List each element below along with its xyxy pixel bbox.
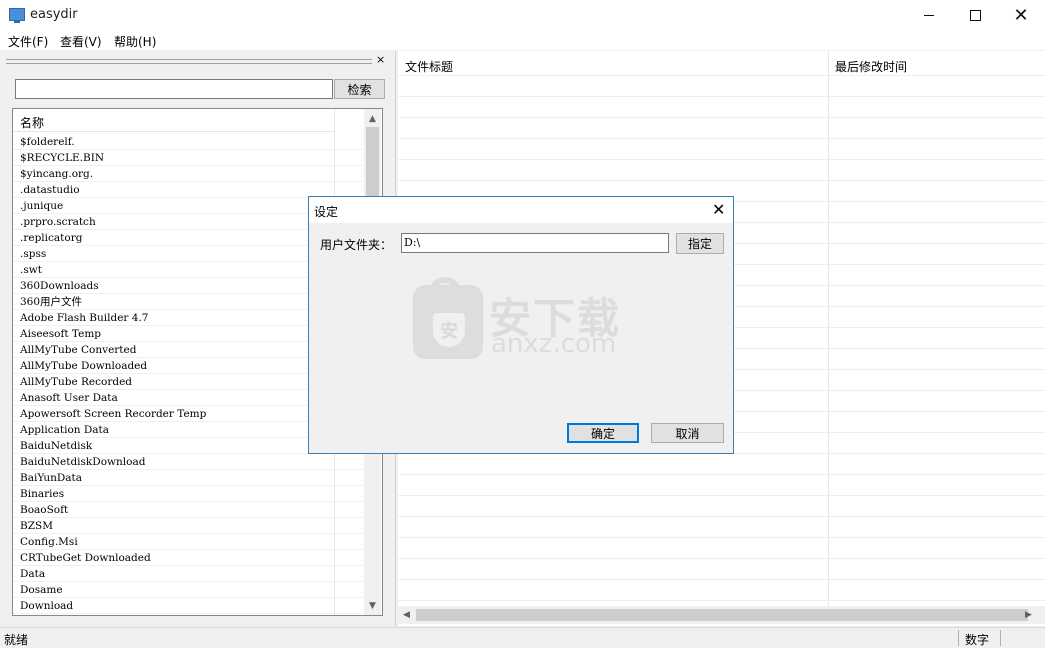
list-item[interactable]: Dosame [13, 582, 363, 598]
bag-handle [428, 277, 462, 299]
grid-row-line [398, 600, 1045, 601]
list-item[interactable]: Config.Msi [13, 534, 363, 550]
status-separator [1000, 630, 1001, 646]
shield-icon: 安 [433, 313, 465, 347]
list-item[interactable]: BZSM [13, 518, 363, 534]
grid-row-line [398, 159, 1045, 160]
list-item[interactable]: $folderelf. [13, 134, 363, 150]
column-header-modified[interactable]: 最后修改时间 [835, 58, 907, 75]
menu-help[interactable]: 帮助(H) [114, 33, 156, 50]
user-folder-label: 用户文件夹： [320, 238, 393, 252]
list-item[interactable]: BoaoSoft [13, 502, 363, 518]
grid-row-line [398, 474, 1045, 475]
user-folder-field[interactable]: D:\ [401, 233, 669, 253]
grid-row-line [398, 579, 1045, 580]
status-numlock: 数字 [965, 633, 990, 647]
search-input[interactable] [15, 79, 333, 99]
status-separator [958, 630, 959, 646]
grid-row-line [398, 516, 1045, 517]
status-ready: 就绪 [4, 633, 29, 647]
grid-row-line [398, 75, 1045, 76]
list-item[interactable]: BaiYunData [13, 470, 363, 486]
grid-row-line [398, 495, 1045, 496]
dialog-title-bar: 设定 ✕ [309, 197, 733, 223]
scroll-right-icon[interactable]: ▶ [1020, 606, 1037, 624]
list-item[interactable]: BaiduNetdiskDownload [13, 454, 363, 470]
ok-button[interactable]: 确定 [567, 423, 639, 443]
scroll-up-icon[interactable]: ▲ [364, 110, 381, 127]
list-item[interactable]: Binaries [13, 486, 363, 502]
list-item[interactable]: $RECYCLE.BIN [13, 150, 363, 166]
dialog-title: 设定 [314, 205, 339, 219]
pane-grip[interactable] [6, 59, 372, 64]
status-bar: 就绪 数字 [0, 627, 1045, 648]
grid-row-line [398, 117, 1045, 118]
grid-row-line [398, 558, 1045, 559]
close-button[interactable]: ✕ [998, 0, 1044, 30]
watermark-bag-icon: 安 [413, 277, 483, 359]
menu-bar: 文件(F) 查看(V) 帮助(H) [0, 30, 1045, 50]
column-header-title[interactable]: 文件标题 [405, 58, 453, 75]
menu-file[interactable]: 文件(F) [8, 33, 48, 50]
list-header[interactable]: 名称 [13, 109, 334, 132]
grid-row-line [398, 138, 1045, 139]
cancel-button[interactable]: 取消 [651, 423, 724, 443]
list-item[interactable]: CRTubeGet Downloaded [13, 550, 363, 566]
minimize-button[interactable] [906, 0, 952, 30]
scroll-left-icon[interactable]: ◀ [398, 606, 415, 624]
maximize-button[interactable] [952, 0, 998, 30]
browse-button[interactable]: 指定 [676, 233, 724, 254]
horizontal-scrollbar[interactable]: ◀ ▶ [398, 606, 1045, 624]
grid-row-line [398, 180, 1045, 181]
grid-row-line [398, 96, 1045, 97]
list-item[interactable]: Download [13, 598, 363, 614]
pane-close-icon[interactable]: × [376, 53, 385, 66]
grid-row-line [398, 537, 1045, 538]
watermark-text-en: anxz.com [491, 329, 617, 359]
app-window-icon [9, 8, 25, 23]
grid-column-divider [828, 51, 829, 606]
settings-dialog: 设定 ✕ 用户文件夹： D:\ 指定 安 安下载 anxz.com 确定 取消 [308, 196, 734, 454]
list-header-name: 名称 [20, 116, 45, 130]
dialog-close-icon[interactable]: ✕ [712, 200, 725, 219]
menu-view[interactable]: 查看(V) [60, 33, 102, 50]
list-item[interactable]: $yincang.org. [13, 166, 363, 182]
list-item[interactable]: Data [13, 566, 363, 582]
window-title: easydir [30, 7, 78, 22]
hscroll-thumb[interactable] [416, 609, 1028, 621]
title-bar: easydir ✕ [0, 0, 1045, 30]
scroll-down-icon[interactable]: ▼ [364, 597, 381, 614]
search-button[interactable]: 检索 [334, 79, 385, 99]
